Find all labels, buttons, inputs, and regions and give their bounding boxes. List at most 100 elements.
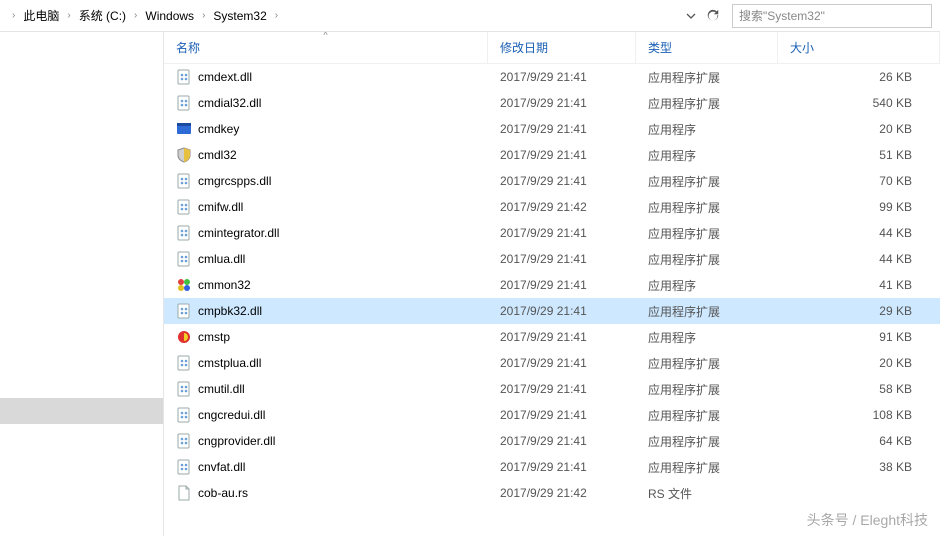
file-type-cell: 应用程序 [636,147,778,164]
column-header-date[interactable]: 修改日期 [488,32,636,63]
breadcrumb-item[interactable]: 此电脑 [19,7,63,24]
sidebar-selected-item[interactable] [0,398,163,424]
file-size-cell: 44 KB [778,226,940,240]
file-type-cell: 应用程序扩展 [636,407,778,424]
file-date-cell: 2017/9/29 21:41 [488,278,636,292]
file-size-cell: 91 KB [778,330,940,344]
file-size-cell: 38 KB [778,460,940,474]
file-name: cmutil.dll [198,382,245,396]
file-type-cell: 应用程序扩展 [636,459,778,476]
file-name: cmstplua.dll [198,356,261,370]
file-name-cell[interactable]: cngcredui.dll [164,407,488,423]
dll-icon [176,433,192,449]
file-date-cell: 2017/9/29 21:41 [488,122,636,136]
file-row[interactable]: cmdext.dll2017/9/29 21:41应用程序扩展26 KB [164,64,940,90]
breadcrumb-item[interactable]: Windows [141,9,198,23]
dll-icon [176,355,192,371]
column-label: 名称 [176,39,200,56]
navigation-pane[interactable] [0,32,164,536]
file-name-cell[interactable]: cngprovider.dll [164,433,488,449]
chevron-right-icon: › [8,10,19,21]
file-name-cell[interactable]: cmstp [164,329,488,345]
file-type-cell: 应用程序扩展 [636,69,778,86]
file-row[interactable]: cngprovider.dll2017/9/29 21:41应用程序扩展64 K… [164,428,940,454]
file-name-cell[interactable]: cob-au.rs [164,485,488,501]
file-size-cell: 20 KB [778,122,940,136]
file-type-cell: 应用程序扩展 [636,381,778,398]
file-row[interactable]: cmutil.dll2017/9/29 21:41应用程序扩展58 KB [164,376,940,402]
search-input[interactable]: 搜索"System32" [732,4,932,28]
file-type-cell: 应用程序 [636,277,778,294]
file-name-cell[interactable]: cmdial32.dll [164,95,488,111]
file-type-cell: 应用程序扩展 [636,199,778,216]
file-type-cell: 应用程序扩展 [636,355,778,372]
file-date-cell: 2017/9/29 21:41 [488,408,636,422]
file-date-cell: 2017/9/29 21:41 [488,460,636,474]
chevron-right-icon: › [63,10,74,21]
file-date-cell: 2017/9/29 21:41 [488,174,636,188]
file-name-cell[interactable]: cmlua.dll [164,251,488,267]
file-type-cell: 应用程序扩展 [636,225,778,242]
dll-icon [176,225,192,241]
file-name-cell[interactable]: cmifw.dll [164,199,488,215]
file-date-cell: 2017/9/29 21:41 [488,252,636,266]
file-row[interactable]: cmstplua.dll2017/9/29 21:41应用程序扩展20 KB [164,350,940,376]
file-name: cngcredui.dll [198,408,265,422]
main-area: ^ 名称 修改日期 类型 大小 cmdext.dll2017/9/29 21:4… [0,32,940,536]
column-header-size[interactable]: 大小 [778,32,940,63]
file-size-cell: 26 KB [778,70,940,84]
file-name: cmdkey [198,122,239,136]
exe-shield-icon [176,147,192,163]
file-row[interactable]: cmmon322017/9/29 21:41应用程序41 KB [164,272,940,298]
file-row[interactable]: cmdial32.dll2017/9/29 21:41应用程序扩展540 KB [164,90,940,116]
breadcrumb-item[interactable]: System32 [209,9,270,23]
file-date-cell: 2017/9/29 21:41 [488,96,636,110]
file-name-cell[interactable]: cmutil.dll [164,381,488,397]
file-name-cell[interactable]: cmdext.dll [164,69,488,85]
file-date-cell: 2017/9/29 21:42 [488,486,636,500]
file-row[interactable]: cob-au.rs2017/9/29 21:42RS 文件 [164,480,940,506]
file-row[interactable]: cnvfat.dll 2017/9/29 21:41应用程序扩展38 KB [164,454,940,480]
file-row[interactable]: cmdkey2017/9/29 21:41应用程序20 KB [164,116,940,142]
exe-red-icon [176,329,192,345]
breadcrumb[interactable]: › 此电脑 › 系统 (C:) › Windows › System32 › [0,0,680,31]
file-row[interactable]: cmgrcspps.dll2017/9/29 21:41应用程序扩展70 KB [164,168,940,194]
file-name-cell[interactable]: cmmon32 [164,277,488,293]
file-row[interactable]: cmifw.dll2017/9/29 21:42应用程序扩展99 KB [164,194,940,220]
file-type-cell: 应用程序扩展 [636,433,778,450]
file-row[interactable]: cmlua.dll2017/9/29 21:41应用程序扩展44 KB [164,246,940,272]
file-row[interactable]: cmpbk32.dll2017/9/29 21:41应用程序扩展29 KB [164,298,940,324]
file-date-cell: 2017/9/29 21:41 [488,226,636,240]
file-name-cell[interactable]: cmgrcspps.dll [164,173,488,189]
file-name: cmintegrator.dll [198,226,279,240]
chevron-right-icon: › [130,10,141,21]
file-row[interactable]: cngcredui.dll2017/9/29 21:41应用程序扩展108 KB [164,402,940,428]
refresh-button[interactable] [702,5,724,27]
file-icon [176,485,192,501]
file-date-cell: 2017/9/29 21:41 [488,304,636,318]
sort-indicator-icon: ^ [323,32,327,40]
file-date-cell: 2017/9/29 21:41 [488,148,636,162]
file-size-cell: 70 KB [778,174,940,188]
file-row[interactable]: cmdl322017/9/29 21:41应用程序51 KB [164,142,940,168]
breadcrumb-item[interactable]: 系统 (C:) [75,7,130,24]
history-dropdown-button[interactable] [680,5,702,27]
dll-icon [176,407,192,423]
file-type-cell: 应用程序扩展 [636,173,778,190]
column-header-type[interactable]: 类型 [636,32,778,63]
file-name-cell[interactable]: cmstplua.dll [164,355,488,371]
column-header-name[interactable]: ^ 名称 [164,32,488,63]
file-name-cell[interactable]: cmdl32 [164,147,488,163]
exe-colors-icon [176,277,192,293]
file-size-cell: 44 KB [778,252,940,266]
file-name: cmlua.dll [198,252,245,266]
dll-icon [176,199,192,215]
file-name-cell[interactable]: cnvfat.dll [164,459,488,475]
file-name-cell[interactable]: cmpbk32.dll [164,303,488,319]
file-name-cell[interactable]: cmdkey [164,121,488,137]
file-row[interactable]: cmintegrator.dll 2017/9/29 21:41应用程序扩展44 … [164,220,940,246]
file-name: cnvfat.dll [198,460,245,474]
file-name-cell[interactable]: cmintegrator.dll [164,225,488,241]
file-row[interactable]: cmstp2017/9/29 21:41应用程序91 KB [164,324,940,350]
column-headers: ^ 名称 修改日期 类型 大小 [164,32,940,64]
